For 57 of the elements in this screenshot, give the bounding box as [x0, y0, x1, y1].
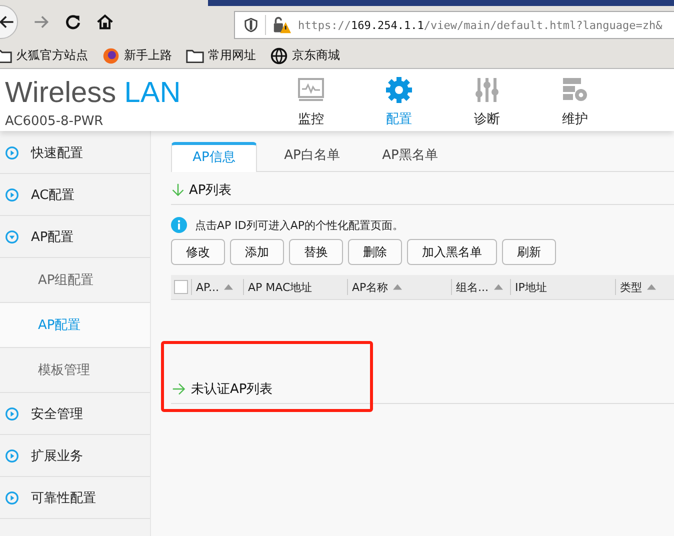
lock-warning-icon — [272, 16, 292, 34]
sidebar-item[interactable]: 扩展业务 — [0, 435, 150, 477]
nav-tab[interactable]: 维护 — [555, 76, 595, 131]
bookmark[interactable]: 新手上路 — [102, 46, 172, 64]
column-heading[interactable]: AP MAC地址 — [243, 279, 347, 295]
sidebar-item[interactable]: AP配置 — [0, 216, 150, 258]
sidebar-subitem[interactable]: 模板管理 — [0, 348, 150, 393]
column-label: 类型 — [620, 280, 642, 294]
sliders-icon — [473, 76, 501, 104]
nav-tab[interactable]: 诊断 — [467, 76, 507, 131]
column-label: AP... — [196, 280, 219, 294]
sort-icon — [393, 284, 402, 290]
column-heading[interactable]: AP... — [191, 279, 243, 295]
server-gear-icon — [561, 76, 589, 104]
home-icon — [96, 12, 114, 30]
column-label: AP名称 — [352, 280, 388, 294]
action-button[interactable]: 替换 — [289, 239, 343, 265]
tab[interactable]: AP黑名单 — [361, 142, 459, 171]
info-icon — [171, 217, 187, 233]
address-bar[interactable]: https://169.254.1.1/view/main/default.html?language=zh& — [234, 11, 674, 39]
column-heading[interactable]: 组名... — [451, 279, 510, 295]
tab[interactable]: AP白名单 — [263, 142, 361, 171]
select-all-checkbox[interactable] — [174, 280, 188, 294]
shield-icon — [243, 17, 259, 33]
column-heading[interactable]: AP名称 — [347, 279, 451, 295]
url-text: https://169.254.1.1/view/main/default.html?language=zh& — [298, 18, 662, 32]
bookmark[interactable]: 京东商城 — [270, 46, 340, 64]
logo-text: Wireless LAN — [5, 77, 182, 109]
section-header[interactable]: AP列表 — [171, 176, 674, 205]
column-heading[interactable]: 类型 — [615, 279, 665, 295]
sidebar-item[interactable]: 可靠性配置 — [0, 477, 150, 519]
sort-icon — [494, 284, 502, 290]
gear-icon — [385, 76, 413, 104]
sidebar-item[interactable]: AC配置 — [0, 174, 150, 216]
column-label: IP地址 — [515, 280, 547, 294]
action-button[interactable]: 删除 — [348, 239, 402, 265]
column-label: AP MAC地址 — [248, 280, 312, 294]
sidebar-item[interactable]: 快速配置 — [0, 132, 150, 174]
bookmark[interactable]: 火狐官方站点 — [0, 46, 88, 64]
info-text: 点击AP ID列可进入AP的个性化配置页面。 — [195, 218, 404, 232]
action-button[interactable]: 加入黑名单 — [407, 239, 497, 265]
nav-tab[interactable]: 监控 — [291, 76, 331, 131]
column-heading[interactable]: IP地址 — [510, 279, 615, 295]
action-button[interactable]: 刷新 — [502, 239, 556, 265]
bookmark[interactable]: 常用网址 — [186, 46, 256, 64]
action-button[interactable]: 添加 — [230, 239, 284, 265]
action-button[interactable]: 修改 — [171, 239, 225, 265]
reload-icon — [64, 12, 82, 30]
device-model: AC6005-8-PWR — [5, 114, 104, 129]
sort-icon — [647, 284, 656, 290]
monitor-icon — [297, 76, 325, 104]
column-label: 组名... — [456, 280, 488, 294]
globe-icon — [270, 46, 288, 64]
section-header[interactable]: 未认证AP列表 — [171, 375, 674, 404]
browser-logo-icon — [102, 46, 120, 64]
sort-icon — [224, 284, 233, 290]
sidebar-item[interactable]: 安全管理 — [0, 393, 150, 435]
